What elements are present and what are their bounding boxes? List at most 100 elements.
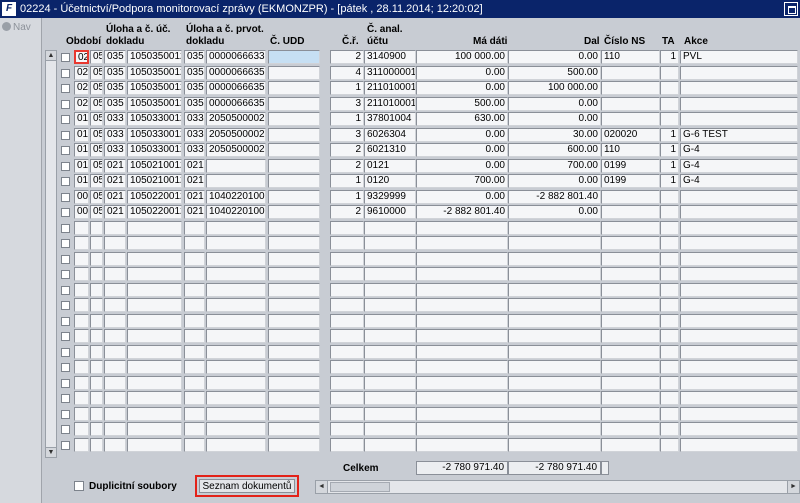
cell-dok2[interactable] [206, 313, 266, 328]
table-row[interactable] [58, 251, 798, 267]
cell-akce[interactable] [680, 437, 798, 452]
cell-dal[interactable] [508, 391, 601, 405]
cell-ta[interactable] [660, 298, 679, 312]
cell-cr[interactable] [330, 391, 364, 405]
cell-obd[interactable] [74, 220, 89, 235]
cell-dal[interactable]: 700.00 [508, 158, 601, 173]
cell-akce[interactable] [680, 96, 798, 111]
cell-dal[interactable]: -2 882 801.40 [508, 189, 601, 204]
table-row[interactable] [58, 282, 798, 298]
cell-ns[interactable] [601, 360, 660, 374]
table-row[interactable] [58, 406, 798, 422]
table-row[interactable]: 0205035105035001203500000666353211010001… [58, 96, 798, 112]
cell-udd[interactable] [268, 360, 320, 374]
row-checkbox[interactable] [58, 314, 70, 328]
cell-udd[interactable] [268, 437, 320, 452]
cell-u3[interactable] [184, 406, 205, 421]
cell-ucet[interactable] [364, 329, 416, 343]
cell-dal[interactable]: 500.00 [508, 65, 601, 80]
cell-md[interactable] [416, 236, 508, 250]
cell-u3[interactable] [184, 375, 205, 390]
cell-ta[interactable] [660, 406, 679, 421]
cell-u1[interactable] [90, 298, 103, 312]
cell-u1[interactable] [90, 282, 103, 297]
cell-akce[interactable]: G-4 [680, 158, 798, 173]
cell-u2[interactable] [104, 391, 126, 405]
cell-ns[interactable]: 110 [601, 50, 660, 64]
cell-md[interactable]: 630.00 [416, 112, 508, 126]
checkbox-icon[interactable] [61, 394, 70, 403]
cell-udd[interactable] [268, 50, 320, 64]
cell-udd[interactable] [268, 422, 320, 436]
cell-dal[interactable]: 0.00 [508, 205, 601, 219]
cell-dok2[interactable]: 2050500002 [206, 143, 266, 157]
checkbox-icon[interactable] [61, 316, 70, 326]
checkbox-icon[interactable] [74, 481, 84, 491]
cell-md[interactable] [416, 437, 508, 452]
cell-u2[interactable] [104, 313, 126, 328]
cell-u1[interactable] [90, 220, 103, 235]
cell-obd[interactable]: 01 [74, 174, 89, 188]
row-checkbox[interactable] [58, 159, 70, 173]
cell-u1[interactable]: 05 [90, 50, 103, 64]
checkbox-icon[interactable] [61, 363, 70, 372]
cell-akce[interactable] [680, 236, 798, 250]
cell-u1[interactable] [90, 360, 103, 374]
cell-u3[interactable]: 035 [184, 50, 205, 64]
cell-ns[interactable] [601, 391, 660, 405]
cell-cr[interactable]: 1 [330, 174, 364, 188]
cell-u2[interactable]: 021 [104, 189, 126, 204]
row-checkbox[interactable] [58, 174, 70, 188]
cell-dok2[interactable]: 2050500002 [206, 127, 266, 142]
cell-ta[interactable] [660, 251, 679, 266]
cell-ucet[interactable]: 9610000 [364, 205, 416, 219]
cell-dok2[interactable] [206, 236, 266, 250]
cell-u1[interactable] [90, 375, 103, 390]
cell-dok1[interactable] [127, 344, 182, 359]
cell-dok1[interactable] [127, 220, 182, 235]
cell-dal[interactable]: 600.00 [508, 143, 601, 157]
cell-dal[interactable] [508, 375, 601, 390]
cell-cr[interactable]: 2 [330, 50, 364, 64]
cell-u1[interactable]: 05 [90, 96, 103, 111]
cell-ns[interactable] [601, 96, 660, 111]
cell-ucet[interactable] [364, 251, 416, 266]
cell-cr[interactable] [330, 236, 364, 250]
cell-dok1[interactable]: 1050220012 [127, 205, 182, 219]
cell-dal[interactable] [508, 360, 601, 374]
row-checkbox[interactable] [58, 252, 70, 266]
cell-ns[interactable] [601, 205, 660, 219]
checkbox-icon[interactable] [61, 270, 70, 279]
cell-obd[interactable] [74, 437, 89, 452]
cell-dal[interactable] [508, 236, 601, 250]
cell-udd[interactable] [268, 236, 320, 250]
row-checkbox[interactable] [58, 267, 70, 281]
cell-obd[interactable] [74, 329, 89, 343]
cell-ta[interactable] [660, 282, 679, 297]
cell-ns[interactable] [601, 344, 660, 359]
cell-cr[interactable] [330, 422, 364, 436]
cell-ns[interactable] [601, 406, 660, 421]
cell-md[interactable]: 500.00 [416, 96, 508, 111]
scroll-up-icon[interactable]: ▲ [46, 51, 56, 61]
cell-u2[interactable]: 021 [104, 205, 126, 219]
cell-udd[interactable] [268, 329, 320, 343]
table-row[interactable] [58, 313, 798, 329]
cell-ns[interactable]: 0199 [601, 174, 660, 188]
cell-u2[interactable]: 033 [104, 127, 126, 142]
checkbox-icon[interactable] [61, 53, 70, 62]
cell-dok2[interactable]: 0000066633 [206, 50, 266, 64]
cell-u2[interactable] [104, 298, 126, 312]
cell-ucet[interactable]: 6026304 [364, 127, 416, 142]
cell-udd[interactable] [268, 112, 320, 126]
cell-akce[interactable] [680, 422, 798, 436]
horizontal-scrollbar[interactable]: ◄ ► [315, 480, 800, 494]
cell-u3[interactable]: 033 [184, 127, 205, 142]
cell-u1[interactable] [90, 391, 103, 405]
cell-md[interactable] [416, 267, 508, 281]
cell-u3[interactable] [184, 313, 205, 328]
cell-udd[interactable] [268, 313, 320, 328]
cell-dal[interactable] [508, 344, 601, 359]
cell-ucet[interactable] [364, 406, 416, 421]
cell-udd[interactable] [268, 174, 320, 188]
